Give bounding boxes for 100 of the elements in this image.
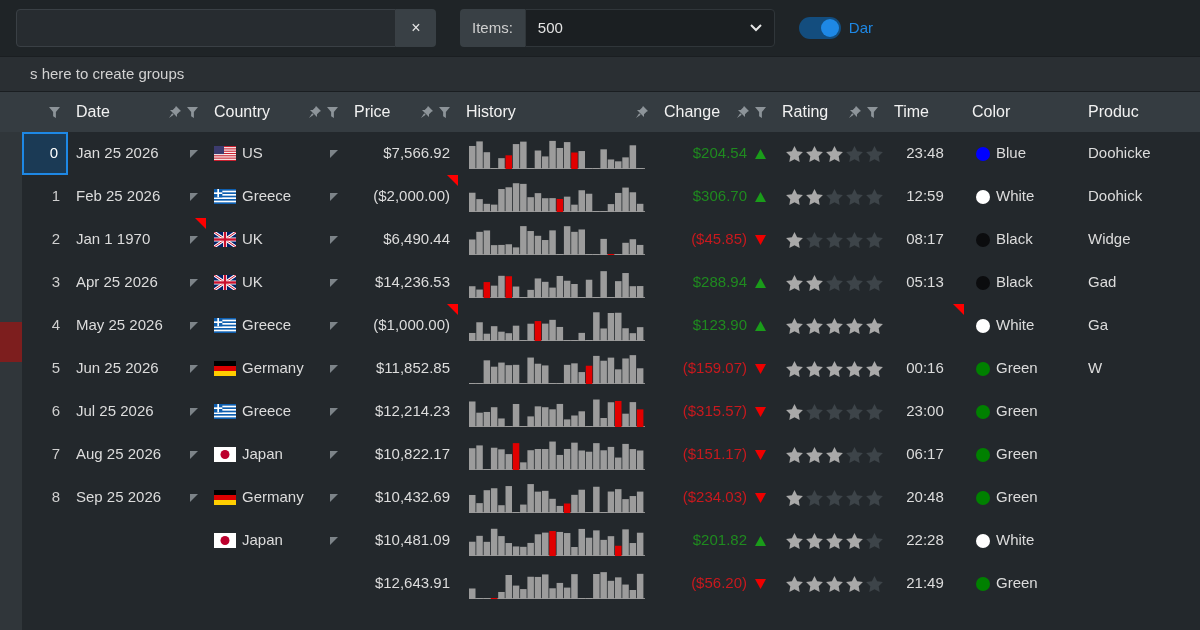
star-icon [806,231,823,248]
date-text: Jun 25 2026 [76,358,159,379]
color-name: White [996,186,1035,207]
change-text: $204.54 [692,143,747,164]
search-field[interactable] [16,9,396,47]
date-text: Sep 25 2026 [76,487,162,508]
country-name: UK [242,229,263,250]
price-text: $14,236.53 [374,272,450,293]
star-icon [866,231,883,248]
caret-icon[interactable] [190,407,198,416]
column-header[interactable]: Produc [1088,100,1139,124]
price-text: ($1,000.00) [373,315,450,336]
star-icon [866,360,883,377]
star-icon [786,317,803,334]
caret-icon[interactable] [190,450,198,459]
color-name: Green [996,401,1038,422]
date-text: Jan 1 1970 [76,229,151,250]
caret-icon[interactable] [190,493,198,502]
caret-icon[interactable] [330,407,338,416]
caret-icon[interactable] [330,278,338,287]
pin-icon[interactable] [309,106,321,118]
filter-icon[interactable] [867,106,878,118]
caret-icon[interactable] [330,536,338,545]
star-icon [846,575,863,592]
pin-icon[interactable] [737,106,749,118]
caret-icon[interactable] [190,192,198,201]
star-icon [826,360,843,377]
star-icon [786,403,803,420]
star-icon [826,274,843,291]
price-text: $10,822.17 [374,444,450,465]
row-index[interactable]: 3 [22,261,68,304]
caret-icon[interactable] [190,278,198,287]
row-index[interactable]: 2 [22,218,68,261]
pin-icon[interactable] [636,106,648,118]
star-icon [866,145,883,162]
color-name: White [996,530,1035,551]
star-icon [826,317,843,334]
country-name: Germany [242,358,304,379]
caret-icon[interactable] [330,364,338,373]
product-name: W [1088,358,1103,379]
time-text: 21:49 [906,573,944,594]
star-icon [806,274,823,291]
caret-icon[interactable] [330,235,338,244]
product-name: Ga [1088,315,1108,336]
column-header[interactable]: Change [664,100,721,124]
date-text: Jan 25 2026 [76,143,159,164]
group-panel-hint: s here to create groups [30,63,185,84]
filter-icon[interactable] [327,106,338,118]
caret-icon[interactable] [330,192,338,201]
row-index[interactable]: 8 [22,476,68,519]
product-name: Widge [1088,229,1131,250]
column-header[interactable]: Rating [782,100,829,124]
column-header[interactable]: History [466,100,516,124]
column-header[interactable]: Date [76,100,110,124]
star-icon [846,532,863,549]
clear-button[interactable]: × [396,9,436,47]
star-icon [846,403,863,420]
pin-icon[interactable] [849,106,861,118]
star-icon [806,403,823,420]
price-text: $12,643.91 [374,573,450,594]
caret-icon[interactable] [330,493,338,502]
caret-icon[interactable] [190,149,198,158]
row-index[interactable]: 7 [22,433,68,476]
star-icon [866,489,883,506]
star-icon [866,403,883,420]
items-dropdown[interactable]: 500 [524,9,775,47]
star-icon [806,360,823,377]
country-name: UK [242,272,263,293]
star-icon [786,532,803,549]
star-icon [846,446,863,463]
row-index[interactable]: 6 [22,390,68,433]
filter-icon[interactable] [755,106,766,118]
product-name: Doohick [1088,186,1143,207]
row-index[interactable]: 5 [22,347,68,390]
caret-icon[interactable] [190,364,198,373]
column-header[interactable]: Price [354,100,391,124]
country-name: US [242,143,263,164]
filter-icon[interactable] [187,106,198,118]
toggle-switch[interactable] [798,17,841,39]
filter-icon[interactable] [439,106,450,118]
pin-icon[interactable] [169,106,181,118]
caret-icon[interactable] [330,321,338,330]
color-name: Black [996,229,1033,250]
star-icon [826,188,843,205]
star-icon [786,231,803,248]
column-header[interactable]: Color [972,100,1011,124]
change-text: $288.94 [692,272,747,293]
row-index[interactable]: 1 [22,175,68,218]
chevron-down-icon [749,24,762,32]
caret-icon[interactable] [330,149,338,158]
row-index[interactable]: 0 [22,132,68,175]
filter-icon[interactable] [49,106,60,118]
caret-icon[interactable] [190,321,198,330]
caret-icon[interactable] [330,450,338,459]
pin-icon[interactable] [421,106,433,118]
column-header[interactable]: Time [894,100,929,124]
star-icon [786,188,803,205]
caret-icon[interactable] [190,235,198,244]
row-index[interactable]: 4 [22,304,68,347]
column-header[interactable]: Country [214,100,271,124]
